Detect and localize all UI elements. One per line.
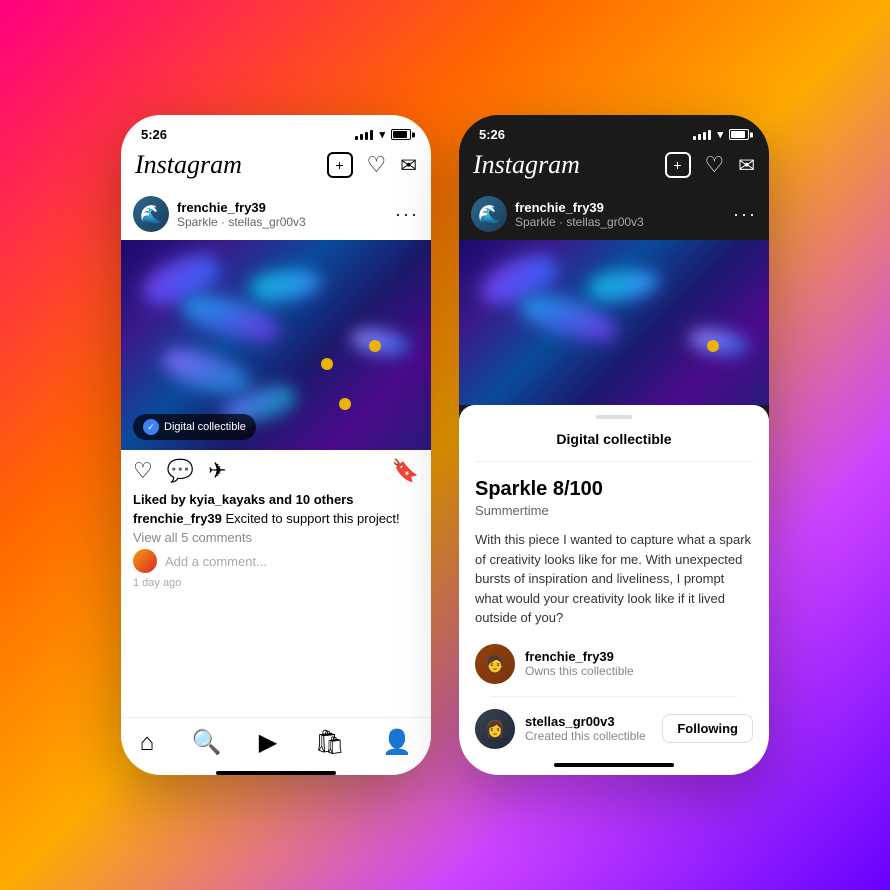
status-icons-right: ▾ <box>693 128 749 141</box>
collectible-description: With this piece I wanted to capture what… <box>475 530 753 628</box>
share-button[interactable]: ✈ <box>208 458 226 484</box>
status-icons-left: ▾ <box>355 128 411 141</box>
caption-text: Excited to support this project! <box>226 511 400 526</box>
owner-info: frenchie_fry39 Owns this collectible <box>525 649 753 678</box>
more-options-right[interactable]: ··· <box>733 204 757 225</box>
add-comment-row: Add a comment... <box>133 549 419 573</box>
creator-role: Created this collectible <box>525 729 652 743</box>
creator-name[interactable]: stellas_gr00v3 <box>525 714 652 729</box>
nav-shop[interactable]: 🛍 <box>315 728 345 757</box>
wifi-icon: ▾ <box>379 128 385 141</box>
wifi-icon-right: ▾ <box>717 128 723 141</box>
comment-button[interactable]: 💬 <box>167 458 194 484</box>
owner-name[interactable]: frenchie_fry39 <box>525 649 753 664</box>
collectible-subtitle: Summertime <box>475 503 753 518</box>
owner-role: Owns this collectible <box>525 664 753 678</box>
nav-home[interactable]: ⌂ <box>140 729 155 757</box>
post-user-info-left: frenchie_fry39 Sparkle · stellas_gr00v3 <box>177 200 387 229</box>
ig-header-right: Instagram + ♡ ✉ <box>459 146 769 188</box>
messenger-icon[interactable]: ✉ <box>400 153 417 178</box>
following-button[interactable]: Following <box>662 714 753 743</box>
bottom-nav-left: ⌂ 🔍 ▶ 🛍 👤 <box>121 717 431 765</box>
post-username-right[interactable]: frenchie_fry39 <box>515 200 725 215</box>
comment-input[interactable]: Add a comment... <box>165 554 267 569</box>
header-icons-left: + ♡ ✉ <box>327 152 418 178</box>
nav-profile[interactable]: 👤 <box>382 728 412 757</box>
badge-label: Digital collectible <box>164 421 246 433</box>
home-indicator-left <box>216 771 336 775</box>
post-timestamp: 1 day ago <box>133 577 419 595</box>
collectible-name: Sparkle 8/100 <box>475 478 753 501</box>
modal-title: Digital collectible <box>475 431 753 462</box>
ig-header-left: Instagram + ♡ ✉ <box>121 146 431 188</box>
status-bar-right: 5:26 ▾ <box>459 115 769 146</box>
notifications-icon-right[interactable]: ♡ <box>705 152 725 178</box>
post-meta-left: Liked by kyia_kayaks and 10 others frenc… <box>121 492 431 595</box>
nav-search[interactable]: 🔍 <box>192 728 222 757</box>
status-bar-left: 5:26 ▾ <box>121 115 431 146</box>
post-header-left: 🌊 frenchie_fry39 Sparkle · stellas_gr00v… <box>121 188 431 240</box>
home-indicator-right <box>554 763 674 767</box>
signal-icon-right <box>693 130 711 140</box>
collectible-content: Sparkle 8/100 Summertime With this piece… <box>459 462 769 757</box>
more-options-left[interactable]: ··· <box>395 204 419 225</box>
nav-reels[interactable]: ▶ <box>259 728 277 757</box>
separator1 <box>491 696 737 697</box>
left-phone: 5:26 ▾ Instagram + ♡ <box>121 115 431 775</box>
commenter-avatar <box>133 549 157 573</box>
notifications-icon[interactable]: ♡ <box>367 152 387 178</box>
view-comments-btn[interactable]: View all 5 comments <box>133 530 419 545</box>
post-caption: frenchie_fry39 Excited to support this p… <box>133 511 419 526</box>
post-user-info-right: frenchie_fry39 Sparkle · stellas_gr00v3 <box>515 200 725 229</box>
time-right: 5:26 <box>479 127 505 142</box>
bookmark-button[interactable]: 🔖 <box>392 458 419 484</box>
battery-icon <box>391 129 411 140</box>
instagram-logo-right: Instagram <box>473 150 580 180</box>
creator-info: stellas_gr00v3 Created this collectible <box>525 714 652 743</box>
owner-row: 🧑 frenchie_fry39 Owns this collectible <box>475 644 753 684</box>
battery-icon-right <box>729 129 749 140</box>
creator-row: 👩 stellas_gr00v3 Created this collectibl… <box>475 709 753 749</box>
signal-icon <box>355 130 373 140</box>
messenger-icon-right[interactable]: ✉ <box>738 153 755 178</box>
post-avatar-right[interactable]: 🌊 <box>471 196 507 232</box>
post-username-left[interactable]: frenchie_fry39 <box>177 200 387 215</box>
time-left: 5:26 <box>141 127 167 142</box>
check-icon: ✓ <box>143 419 159 435</box>
sheet-handle <box>596 415 632 419</box>
post-image-right <box>459 240 769 405</box>
right-phone: 5:26 ▾ Instagram + ♡ <box>459 115 769 775</box>
collectible-modal: Digital collectible Sparkle 8/100 Summer… <box>459 405 769 775</box>
caption-username[interactable]: frenchie_fry39 <box>133 511 222 526</box>
add-post-icon[interactable]: + <box>327 152 353 178</box>
owner-avatar[interactable]: 🧑 <box>475 644 515 684</box>
add-post-icon-right[interactable]: + <box>665 152 691 178</box>
header-icons-right: + ♡ ✉ <box>665 152 756 178</box>
post-actions-left: ♡ 💬 ✈ 🔖 <box>121 450 431 492</box>
digital-collectible-badge[interactable]: ✓ Digital collectible <box>133 414 256 440</box>
post-header-right: 🌊 frenchie_fry39 Sparkle · stellas_gr00v… <box>459 188 769 240</box>
like-button[interactable]: ♡ <box>133 458 153 484</box>
creator-avatar[interactable]: 👩 <box>475 709 515 749</box>
post-image-left: ✓ Digital collectible <box>121 240 431 450</box>
post-subtitle-right: Sparkle · stellas_gr00v3 <box>515 215 725 229</box>
instagram-logo-left: Instagram <box>135 150 242 180</box>
liked-by: Liked by kyia_kayaks and 10 others <box>133 492 419 507</box>
post-subtitle-left: Sparkle · stellas_gr00v3 <box>177 215 387 229</box>
post-avatar-left[interactable]: 🌊 <box>133 196 169 232</box>
